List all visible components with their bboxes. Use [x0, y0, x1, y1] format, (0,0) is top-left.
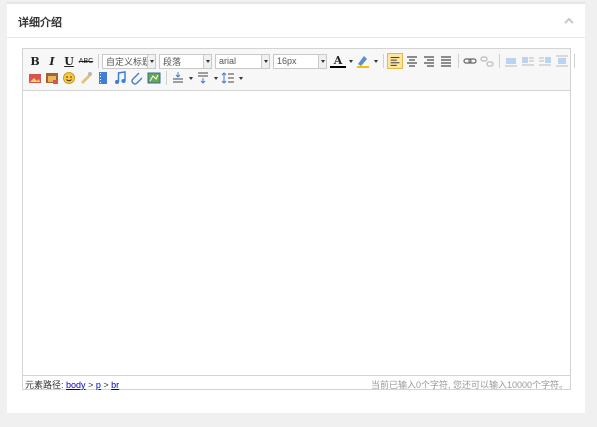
image-float-right-icon[interactable]	[537, 53, 553, 69]
insert-music-icon[interactable]	[112, 70, 128, 86]
chevron-down-icon	[318, 54, 326, 68]
custom-title-select[interactable]: 自定义标题	[102, 53, 156, 69]
chevron-down-icon	[374, 59, 378, 63]
scrawl-icon[interactable]	[78, 70, 94, 86]
insert-image-icon[interactable]	[27, 70, 43, 86]
toolbar-separator	[383, 54, 384, 68]
align-center-icon[interactable]	[404, 53, 420, 69]
path-separator: >	[103, 380, 109, 390]
line-height-button[interactable]	[220, 70, 243, 86]
row-spacing-top-icon	[173, 72, 183, 83]
path-link-p[interactable]: p	[96, 380, 101, 390]
chevron-down-icon	[147, 54, 155, 68]
chevron-down-icon	[203, 54, 211, 68]
attachment-icon[interactable]	[129, 70, 145, 86]
editor-statusbar: 元素路径: body > p > br 当前已输入0个字符, 您还可以输入100…	[23, 375, 570, 391]
align-justify-icon[interactable]	[438, 53, 454, 69]
toolbar-separator	[499, 54, 500, 68]
row-spacing-bottom-icon	[198, 72, 208, 84]
align-left-icon[interactable]	[387, 53, 403, 69]
emoticon-icon[interactable]	[61, 70, 77, 86]
font-color-button[interactable]: A	[330, 53, 353, 69]
path-link-br[interactable]: br	[111, 380, 119, 390]
word-count: 当前已输入0个字符, 您还可以输入10000个字符。	[370, 380, 568, 390]
image-float-left-icon[interactable]	[520, 53, 536, 69]
unlink-icon[interactable]	[479, 53, 495, 69]
font-size-value: 16px	[277, 56, 297, 66]
insert-multi-image-icon[interactable]	[44, 70, 60, 86]
toolbar-separator	[458, 54, 459, 68]
image-center-icon[interactable]	[554, 53, 570, 69]
underline-button[interactable]: U	[61, 53, 77, 69]
font-family-value: arial	[219, 56, 237, 66]
paragraph-value: 段落	[163, 56, 182, 67]
font-size-select[interactable]: 16px	[273, 53, 327, 69]
chevron-down-icon	[214, 76, 218, 80]
toolbar-row-1: B I U ABC 自定义标题 段落 arial 16px A	[27, 53, 578, 69]
chevron-down-icon	[239, 76, 243, 80]
image-float-none-icon[interactable]	[503, 53, 519, 69]
link-icon[interactable]	[462, 53, 478, 69]
highlighter-icon	[357, 56, 369, 68]
chevron-down-icon	[261, 54, 269, 68]
insert-video-icon[interactable]	[95, 70, 111, 86]
toolbar-separator	[98, 54, 99, 68]
toolbar-separator	[166, 71, 167, 85]
panel-header: 详细介绍	[7, 4, 585, 38]
element-path: 元素路径: body > p > br	[25, 378, 119, 391]
path-separator: >	[88, 380, 94, 390]
row-spacing-top-button[interactable]	[170, 70, 193, 86]
toolbar-row-2	[27, 70, 245, 86]
rich-text-editor: B I U ABC 自定义标题 段落 arial 16px A 元素路径: bo…	[22, 48, 575, 391]
italic-button[interactable]: I	[44, 53, 60, 69]
panel-title: 详细介绍	[18, 16, 62, 29]
custom-title-value: 自定义标题	[106, 56, 147, 67]
row-spacing-bottom-button[interactable]	[195, 70, 218, 86]
font-family-select[interactable]: arial	[215, 53, 270, 69]
detail-panel: 详细介绍 B I U ABC 自定义标题 段落 arial 16px A 元素路…	[7, 2, 585, 413]
chevron-down-icon	[189, 76, 193, 80]
highlight-color-button[interactable]	[355, 53, 378, 69]
font-color-icon: A	[330, 54, 346, 68]
bold-button[interactable]: B	[27, 53, 43, 69]
editor-toolbar: B I U ABC 自定义标题 段落 arial 16px A	[23, 49, 575, 91]
toolbar-separator	[574, 54, 575, 68]
path-link-body[interactable]: body	[66, 380, 86, 390]
paragraph-select[interactable]: 段落	[159, 53, 212, 69]
align-right-icon[interactable]	[421, 53, 437, 69]
line-height-icon	[221, 72, 234, 84]
chevron-up-icon[interactable]	[563, 15, 575, 27]
chevron-down-icon	[349, 59, 353, 63]
editor-content-area[interactable]	[23, 92, 570, 375]
insert-map-icon[interactable]	[146, 70, 162, 86]
strikethrough-button[interactable]: ABC	[78, 53, 94, 69]
element-path-label: 元素路径:	[25, 380, 64, 390]
